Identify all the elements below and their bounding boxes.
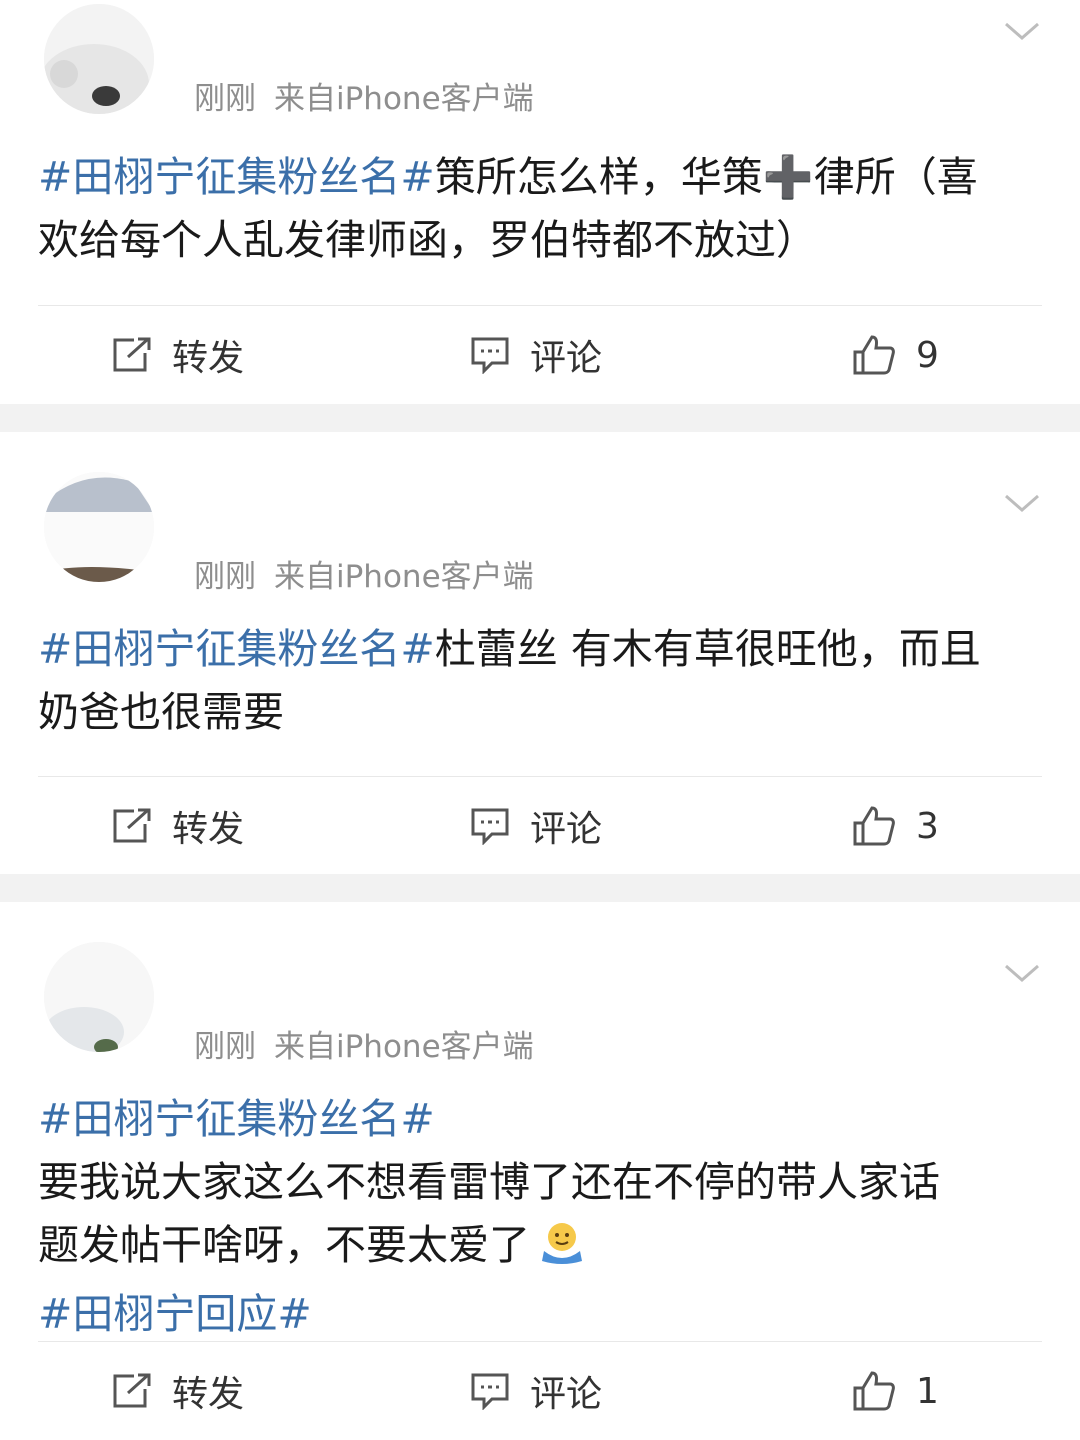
avatar[interactable]: [44, 942, 154, 1052]
post-text-line: 奶爸也很需要: [38, 681, 1042, 744]
text-span: 题发帖干啥呀，不要太爱了: [38, 1221, 530, 1269]
post-text-line: #田栩宁征集粉丝名#策所怎么样，华策➕律所（喜: [38, 146, 1042, 209]
post-source: 来自iPhone客户端: [274, 1029, 534, 1065]
plus-emoji: ➕: [762, 153, 814, 201]
action-bar: 转发 评论 3: [38, 776, 1042, 874]
post-text-line: #田栩宁征集粉丝名#: [38, 1088, 1042, 1151]
thumbs-up-icon: [853, 1371, 895, 1411]
comment-icon: [471, 1373, 509, 1410]
like-button[interactable]: 3: [852, 777, 939, 875]
post-time: 刚刚: [194, 1029, 256, 1065]
repost-button[interactable]: 转发: [112, 306, 244, 404]
post-text-line: 要我说大家这么不想看雷博了还在不停的带人家话: [38, 1151, 1042, 1214]
comment-label: 评论: [530, 809, 603, 850]
post-text-line: #田栩宁回应#: [38, 1283, 1042, 1346]
comment-button[interactable]: 评论: [470, 777, 602, 875]
post-text-line: 题发帖干啥呀，不要太爱了: [38, 1214, 1042, 1283]
repost-button[interactable]: 转发: [112, 777, 244, 875]
comment-label: 评论: [530, 338, 603, 379]
comment-button[interactable]: 评论: [470, 306, 602, 404]
action-bar: 转发 评论 1: [38, 1341, 1042, 1440]
thumbs-up-icon: [853, 806, 895, 846]
hashtag-link[interactable]: #田栩宁征集粉丝名#: [38, 625, 435, 673]
comment-button[interactable]: 评论: [470, 1342, 602, 1440]
like-button[interactable]: 1: [852, 1342, 939, 1440]
post-time: 刚刚: [194, 559, 256, 595]
text-span: 要我说大家这么不想看雷博了还在不停的带人家话: [38, 1158, 940, 1206]
post-meta: 刚刚 来自iPhone客户端: [194, 1021, 534, 1066]
post-text-line: 欢给每个人乱发律师函，罗伯特都不放过）: [38, 209, 1042, 272]
post: 刚刚 来自iPhone客户端 #田栩宁征集粉丝名# 要我说大家这么不想看雷博了还在…: [0, 902, 1080, 1440]
repost-icon: [113, 337, 151, 372]
hashtag-link[interactable]: #田栩宁征集粉丝名#: [38, 153, 435, 201]
text-span: 奶爸也很需要: [38, 688, 284, 736]
hashtag-link[interactable]: #田栩宁征集粉丝名#: [38, 1095, 435, 1143]
chevron-down-icon[interactable]: [1002, 960, 1042, 986]
like-button[interactable]: 9: [852, 306, 939, 404]
thumbs-up-icon: [853, 335, 895, 375]
post-meta: 刚刚 来自iPhone客户端: [194, 551, 534, 596]
hug-emoji: [538, 1220, 586, 1283]
comment-icon: [471, 808, 509, 845]
post-header: 刚刚 来自iPhone客户端: [38, 0, 1042, 130]
repost-icon: [113, 1373, 151, 1408]
comment-icon: [471, 337, 509, 374]
like-count: 9: [916, 334, 939, 376]
post-header: 刚刚 来自iPhone客户端: [38, 432, 1042, 600]
post-header: 刚刚 来自iPhone客户端: [38, 902, 1042, 1070]
like-count: 3: [916, 805, 939, 847]
like-count: 1: [916, 1370, 939, 1412]
chevron-down-icon[interactable]: [1002, 18, 1042, 44]
post-text: #田栩宁征集粉丝名# 要我说大家这么不想看雷博了还在不停的带人家话 题发帖干啥呀…: [38, 1070, 1042, 1346]
avatar[interactable]: [44, 4, 154, 114]
repost-button[interactable]: 转发: [112, 1342, 244, 1440]
repost-label: 转发: [172, 809, 245, 850]
avatar[interactable]: [44, 472, 154, 582]
chevron-down-icon[interactable]: [1002, 490, 1042, 516]
feed: 刚刚 来自iPhone客户端 #田栩宁征集粉丝名#策所怎么样，华策➕律所（喜 欢给…: [0, 0, 1080, 1440]
post-source: 来自iPhone客户端: [274, 81, 534, 117]
text-span: 欢给每个人乱发律师函，罗伯特都不放过）: [38, 216, 817, 264]
comment-label: 评论: [530, 1374, 603, 1415]
repost-label: 转发: [172, 338, 245, 379]
repost-icon: [113, 808, 151, 843]
action-bar: 转发 评论 9: [38, 305, 1042, 403]
post: 刚刚 来自iPhone客户端 #田栩宁征集粉丝名#杜蕾丝 有木有草很旺他，而且 奶…: [0, 432, 1080, 874]
post-text-line: #田栩宁征集粉丝名#杜蕾丝 有木有草很旺他，而且: [38, 618, 1042, 681]
post-text: #田栩宁征集粉丝名#杜蕾丝 有木有草很旺他，而且 奶爸也很需要: [38, 600, 1042, 744]
repost-label: 转发: [172, 1374, 245, 1415]
post-meta: 刚刚 来自iPhone客户端: [194, 73, 534, 118]
post-source: 来自iPhone客户端: [274, 559, 534, 595]
post: 刚刚 来自iPhone客户端 #田栩宁征集粉丝名#策所怎么样，华策➕律所（喜 欢给…: [0, 0, 1080, 404]
text-span: 律所（喜: [813, 153, 978, 201]
post-text: #田栩宁征集粉丝名#策所怎么样，华策➕律所（喜 欢给每个人乱发律师函，罗伯特都不…: [38, 130, 1042, 272]
text-span: 策所怎么样，华策: [434, 153, 763, 201]
post-time: 刚刚: [194, 81, 256, 117]
text-span: 杜蕾丝 有木有草很旺他，而且: [434, 625, 981, 673]
hashtag-link[interactable]: #田栩宁回应#: [38, 1290, 312, 1338]
